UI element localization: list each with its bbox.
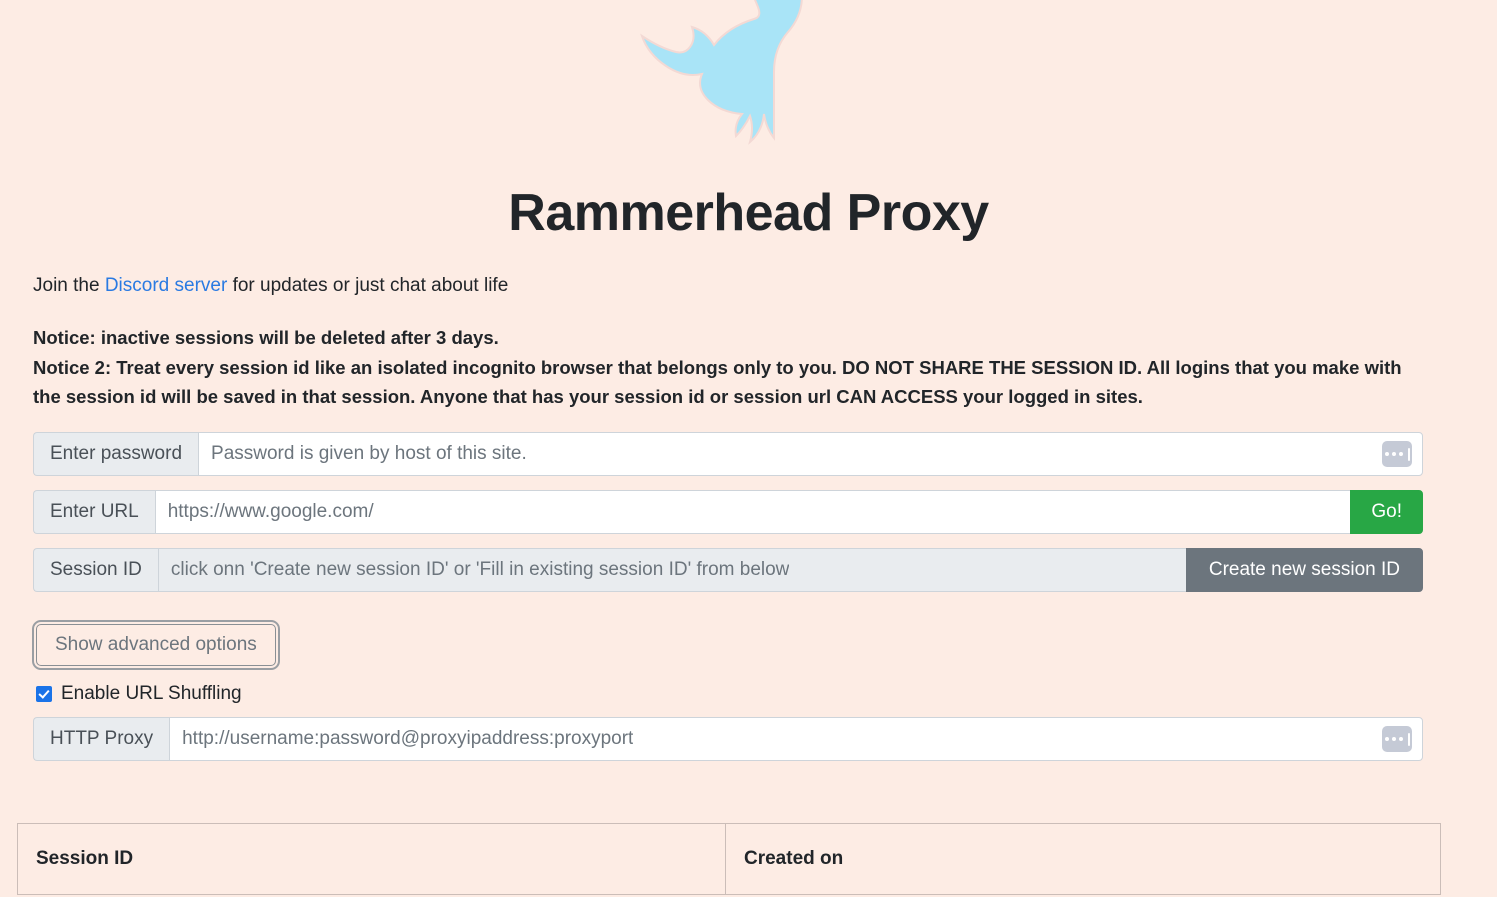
notices-block: Notice: inactive sessions will be delete… xyxy=(33,323,1425,412)
go-button[interactable]: Go! xyxy=(1350,490,1423,534)
column-session-id: Session ID xyxy=(17,823,726,895)
hammerhead-shark-logo xyxy=(0,0,1497,165)
proxy-form: Enter password Password is given by host… xyxy=(33,432,1423,606)
password-manager-icon[interactable] xyxy=(1382,726,1412,752)
intro-suffix: for updates or just chat about life xyxy=(227,275,509,296)
url-label: Enter URL xyxy=(33,490,155,534)
enable-url-shuffling-checkbox[interactable] xyxy=(36,686,52,702)
sessions-table: Session ID Created on xyxy=(17,823,1441,895)
page-title: Rammerhead Proxy xyxy=(508,184,989,242)
column-created-on: Created on xyxy=(725,823,1441,895)
http-proxy-label: HTTP Proxy xyxy=(33,717,170,761)
url-row: Enter URL https://www.google.com/ Go! xyxy=(33,490,1423,534)
session-id-label: Session ID xyxy=(33,548,158,592)
url-input[interactable]: https://www.google.com/ xyxy=(154,490,1351,534)
http-proxy-input[interactable]: http://username:password@proxyipaddress:… xyxy=(169,717,1423,761)
url-placeholder: https://www.google.com/ xyxy=(167,501,374,522)
notice-1: Notice: inactive sessions will be delete… xyxy=(33,327,499,348)
password-input[interactable]: Password is given by host of this site. xyxy=(198,432,1423,476)
intro-prefix: Join the xyxy=(33,275,105,296)
http-proxy-row: HTTP Proxy http://username:password@prox… xyxy=(33,717,1423,761)
url-shuffling-row: Enable URL Shuffling xyxy=(36,683,242,705)
session-row: Session ID click onn 'Create new session… xyxy=(33,548,1423,592)
password-label: Enter password xyxy=(33,432,199,476)
http-proxy-placeholder: http://username:password@proxyipaddress:… xyxy=(182,728,634,749)
password-row: Enter password Password is given by host… xyxy=(33,432,1423,476)
show-advanced-options-button[interactable]: Show advanced options xyxy=(32,620,280,670)
table-header-row: Session ID Created on xyxy=(17,823,1441,895)
enable-url-shuffling-label: Enable URL Shuffling xyxy=(61,683,242,704)
password-manager-icon[interactable] xyxy=(1382,441,1412,467)
session-id-placeholder: click onn 'Create new session ID' or 'Fi… xyxy=(170,559,790,580)
password-placeholder: Password is given by host of this site. xyxy=(211,443,527,464)
discord-server-link[interactable]: Discord server xyxy=(105,275,227,296)
session-id-input[interactable]: click onn 'Create new session ID' or 'Fi… xyxy=(157,548,1186,592)
notice-2: Notice 2: Treat every session id like an… xyxy=(33,356,1402,408)
create-new-session-id-button[interactable]: Create new session ID xyxy=(1185,548,1423,592)
intro-line: Join the Discord server for updates or j… xyxy=(33,273,508,300)
rammerhead-proxy-page: Rammerhead Proxy Join the Discord server… xyxy=(0,0,1497,897)
